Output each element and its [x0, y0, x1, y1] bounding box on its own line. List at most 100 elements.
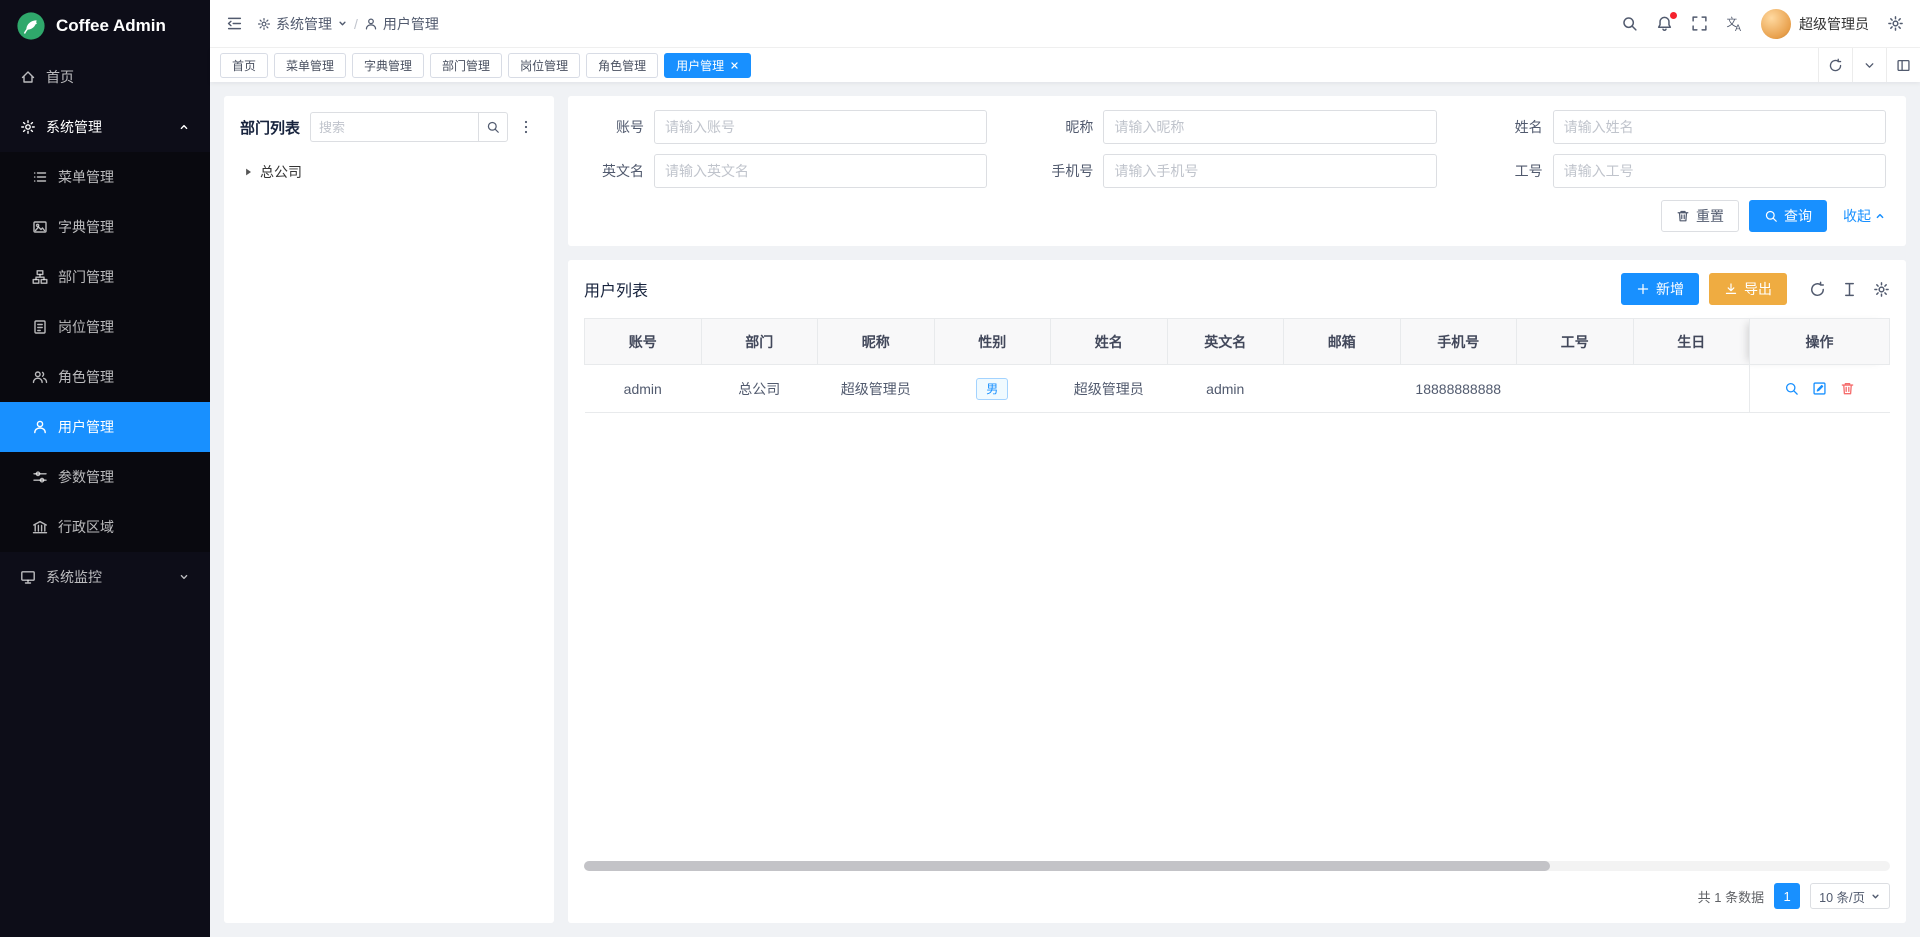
department-panel: 部门列表 总公司 — [224, 96, 554, 923]
cell-birthday — [1633, 365, 1750, 413]
department-panel-header: 部门列表 — [240, 112, 538, 142]
tab-post-mgmt[interactable]: 岗位管理 — [508, 53, 580, 78]
sidebar-item-role-mgmt[interactable]: 角色管理 — [0, 352, 210, 402]
name-input[interactable] — [1553, 110, 1886, 144]
reset-label: 重置 — [1696, 206, 1724, 226]
translate-icon[interactable] — [1726, 15, 1743, 32]
tree-node-root[interactable]: 总公司 — [240, 158, 538, 186]
sidebar-item-post-mgmt[interactable]: 岗位管理 — [0, 302, 210, 352]
tab-label: 菜单管理 — [286, 57, 334, 74]
people-icon — [32, 369, 48, 385]
monitor-icon — [20, 569, 36, 585]
close-icon[interactable] — [730, 61, 739, 70]
user-list-title: 用户列表 — [584, 277, 648, 301]
sidebar-item-system[interactable]: 系统管理 — [0, 102, 210, 152]
department-search-button[interactable] — [478, 112, 508, 142]
tab-options-chevron-icon[interactable] — [1852, 48, 1886, 82]
breadcrumb-user-mgmt[interactable]: 用户管理 — [364, 14, 439, 34]
field-label: 手机号 — [1031, 161, 1093, 181]
field-label: 账号 — [582, 117, 644, 137]
breadcrumb: 系统管理 / 用户管理 — [257, 14, 439, 34]
page-size-select[interactable]: 10 条/页 — [1810, 883, 1890, 909]
sidebar-item-label: 角色管理 — [58, 367, 114, 387]
row-height-icon[interactable] — [1841, 281, 1858, 298]
trash-icon — [1676, 209, 1690, 223]
collapse-form-link[interactable]: 收起 — [1843, 206, 1886, 226]
sidebar-item-label: 行政区域 — [58, 517, 114, 537]
breadcrumb-system[interactable]: 系统管理 — [257, 14, 348, 34]
search-form-actions: 重置 查询 收起 — [582, 200, 1886, 232]
sliders-icon — [32, 469, 48, 485]
right-column: 账号 昵称 姓名 英文名 — [568, 96, 1906, 923]
query-button[interactable]: 查询 — [1749, 200, 1827, 232]
main-area: 系统管理 / 用户管理 — [210, 0, 1920, 937]
sidebar-item-label: 用户管理 — [58, 417, 114, 437]
tab-home[interactable]: 首页 — [220, 53, 268, 78]
account-input[interactable] — [654, 110, 987, 144]
layout-icon[interactable] — [1886, 48, 1920, 82]
breadcrumb-label: 用户管理 — [383, 14, 439, 34]
sidebar-item-monitor[interactable]: 系统监控 — [0, 552, 210, 602]
pagination: 共 1 条数据 1 10 条/页 — [568, 871, 1906, 923]
table-settings-gear-icon[interactable] — [1873, 281, 1890, 298]
view-row-icon[interactable] — [1784, 381, 1799, 396]
refresh-tab-icon[interactable] — [1818, 48, 1852, 82]
user-menu[interactable]: 超级管理员 — [1761, 9, 1869, 39]
caret-right-icon[interactable] — [242, 166, 254, 178]
work-id-input[interactable] — [1553, 154, 1886, 188]
cell-department: 总公司 — [701, 365, 818, 413]
app-logo[interactable]: Coffee Admin — [0, 0, 210, 52]
tab-dict-mgmt[interactable]: 字典管理 — [352, 53, 424, 78]
department-search-input[interactable] — [310, 112, 478, 142]
export-button[interactable]: 导出 — [1709, 273, 1787, 305]
sidebar-item-region-mgmt[interactable]: 行政区域 — [0, 502, 210, 552]
english-name-input[interactable] — [654, 154, 987, 188]
add-label: 新增 — [1656, 279, 1684, 299]
scrollbar-thumb[interactable] — [584, 861, 1550, 871]
user-table: 账号 部门 昵称 性别 姓名 英文名 邮箱 手机号 工号 生日 操作 — [584, 318, 1890, 413]
nickname-input[interactable] — [1103, 110, 1436, 144]
sidebar-item-home[interactable]: 首页 — [0, 52, 210, 102]
phone-input[interactable] — [1103, 154, 1436, 188]
field-label: 工号 — [1481, 161, 1543, 181]
plus-icon — [1636, 282, 1650, 296]
add-user-button[interactable]: 新增 — [1621, 273, 1699, 305]
sidebar-item-label: 系统管理 — [46, 117, 102, 137]
edit-row-icon[interactable] — [1812, 381, 1827, 396]
gear-icon — [20, 119, 36, 135]
sidebar-item-dict-mgmt[interactable]: 字典管理 — [0, 202, 210, 252]
department-more-button[interactable] — [514, 112, 538, 142]
sidebar-item-dept-mgmt[interactable]: 部门管理 — [0, 252, 210, 302]
collapse-sidebar-icon[interactable] — [226, 15, 243, 32]
search-icon — [486, 120, 500, 134]
chevron-down-icon — [178, 571, 190, 583]
page-size-label: 10 条/页 — [1819, 887, 1865, 906]
gear-icon — [257, 17, 271, 31]
tab-role-mgmt[interactable]: 角色管理 — [586, 53, 658, 78]
form-item-work-id: 工号 — [1481, 154, 1886, 188]
form-item-account: 账号 — [582, 110, 987, 144]
search-icon[interactable] — [1621, 15, 1638, 32]
sidebar-item-user-mgmt[interactable]: 用户管理 — [0, 402, 210, 452]
sidebar-nav: 首页 系统管理 菜单管理 字典管理 部门管理 岗位管理 — [0, 52, 210, 602]
tab-menu-mgmt[interactable]: 菜单管理 — [274, 53, 346, 78]
col-header-phone: 手机号 — [1400, 319, 1517, 365]
fullscreen-icon[interactable] — [1691, 15, 1708, 32]
sidebar-item-param-mgmt[interactable]: 参数管理 — [0, 452, 210, 502]
tab-dept-mgmt[interactable]: 部门管理 — [430, 53, 502, 78]
person-icon — [32, 419, 48, 435]
page-number-button[interactable]: 1 — [1774, 883, 1800, 909]
settings-gear-icon[interactable] — [1887, 15, 1904, 32]
form-item-english-name: 英文名 — [582, 154, 987, 188]
sidebar-item-menu-mgmt[interactable]: 菜单管理 — [0, 152, 210, 202]
tab-label: 首页 — [232, 57, 256, 74]
delete-row-icon[interactable] — [1840, 381, 1855, 396]
tab-label: 部门管理 — [442, 57, 490, 74]
table-row[interactable]: admin 总公司 超级管理员 男 超级管理员 admin 1888888888… — [585, 365, 1890, 413]
search-form-card: 账号 昵称 姓名 英文名 — [568, 96, 1906, 246]
tab-user-mgmt[interactable]: 用户管理 — [664, 53, 751, 78]
reset-button[interactable]: 重置 — [1661, 200, 1739, 232]
refresh-table-icon[interactable] — [1809, 281, 1826, 298]
download-icon — [1724, 282, 1738, 296]
notifications-icon[interactable] — [1656, 15, 1673, 32]
